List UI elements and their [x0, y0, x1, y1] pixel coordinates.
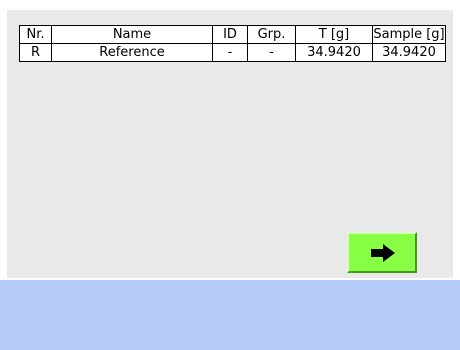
next-button[interactable] — [347, 232, 417, 273]
weighing-table: Nr. Name ID Grp. T [g] Sample [g] R Refe… — [19, 25, 446, 62]
table-row[interactable]: R Reference - - 34.9420 34.9420 — [19, 43, 446, 62]
header-sample: Sample [g] — [372, 25, 446, 44]
main-panel: Nr. Name ID Grp. T [g] Sample [g] R Refe… — [7, 10, 453, 278]
cell-grp: - — [247, 43, 296, 62]
header-grp: Grp. — [247, 25, 296, 44]
header-nr: Nr. — [19, 25, 52, 44]
header-t: T [g] — [295, 25, 373, 44]
table-header-row: Nr. Name ID Grp. T [g] Sample [g] — [19, 25, 446, 44]
header-id: ID — [212, 25, 248, 44]
cell-sample: 34.9420 — [372, 43, 446, 62]
arrow-right-icon — [371, 244, 395, 262]
header-name: Name — [51, 25, 213, 44]
cell-name: Reference — [51, 43, 213, 62]
cell-t: 34.9420 — [295, 43, 373, 62]
cell-nr: R — [19, 43, 52, 62]
cell-id: - — [212, 43, 248, 62]
footer-bar — [0, 280, 460, 350]
